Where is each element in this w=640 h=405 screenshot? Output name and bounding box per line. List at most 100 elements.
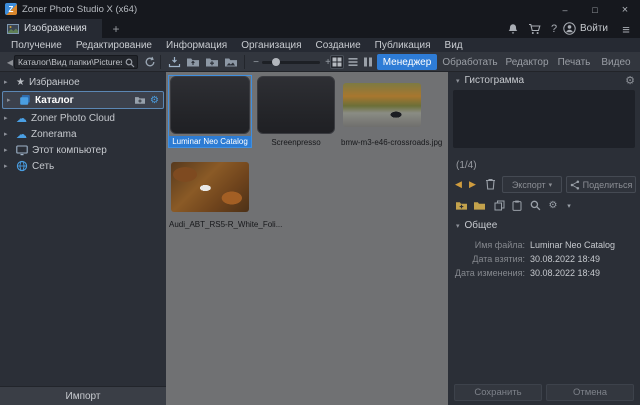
mode-tab-print[interactable]: Печать <box>554 54 594 70</box>
chevron-down-icon: ▾ <box>549 181 553 189</box>
save-button[interactable]: Сохранить <box>454 384 542 401</box>
sidebar-item-catalog[interactable]: ▸ Каталог ⚙ <box>2 91 164 109</box>
expand-icon[interactable]: ▸ <box>4 162 12 170</box>
thumbnail-screenpresso[interactable]: Screenpresso <box>255 76 337 147</box>
sidebar-item-label: Каталог <box>35 95 74 106</box>
refresh-icon <box>144 56 156 68</box>
new-subfolder-button[interactable] <box>454 199 468 212</box>
cart-icon <box>528 23 541 35</box>
collapse-icon[interactable]: ▾ <box>456 77 460 85</box>
menu-item-edit[interactable]: Редактирование <box>69 40 159 51</box>
view-columns-button[interactable] <box>361 55 375 69</box>
add-folder-button[interactable] <box>134 95 146 105</box>
mode-tab-develop[interactable]: Обработать <box>440 54 500 70</box>
copy-button[interactable] <box>492 199 506 212</box>
menu-item-organize[interactable]: Организация <box>234 40 308 51</box>
zoom-slider-thumb[interactable] <box>272 58 280 66</box>
general-section-header[interactable]: ▾ Общее <box>456 220 497 231</box>
view-list-button[interactable] <box>346 55 360 69</box>
expand-icon[interactable]: ▸ <box>4 146 12 154</box>
notifications-button[interactable] <box>505 22 521 36</box>
browse-folder-button[interactable] <box>223 55 239 69</box>
export-button[interactable]: Экспорт ▾ <box>502 176 562 193</box>
menu-item-publish[interactable]: Публикация <box>368 40 438 51</box>
share-button[interactable]: Поделиться <box>566 176 636 193</box>
panel-settings-gear-icon[interactable]: ⚙ <box>625 74 635 87</box>
menu-item-information[interactable]: Информация <box>159 40 234 51</box>
clipboard-icon <box>512 200 522 211</box>
previous-button[interactable]: ◀ <box>455 179 462 190</box>
sidebar-item-zoner-photo-cloud[interactable]: ▸ ☁ Zoner Photo Cloud <box>0 110 166 126</box>
expand-icon[interactable]: ▸ <box>4 114 12 122</box>
app-window: Z Zoner Photo Studio X (x64) – □ × Изобр… <box>0 0 640 405</box>
paste-button[interactable] <box>510 199 524 212</box>
import-button[interactable]: Импорт <box>0 386 166 405</box>
menu-item-acquire[interactable]: Получение <box>4 40 69 51</box>
search-icon[interactable] <box>125 58 135 68</box>
mode-tab-video[interactable]: Видео <box>597 54 635 70</box>
metadata-fields: Имя файла: Luminar Neo Catalog Дата взят… <box>452 238 636 280</box>
next-button[interactable]: ▶ <box>469 179 476 190</box>
close-button[interactable]: × <box>610 0 640 19</box>
folder-icon <box>473 200 486 211</box>
menu-item-create[interactable]: Создание <box>309 40 368 51</box>
menu-item-view[interactable]: Вид <box>438 40 470 51</box>
photo-thumbnail <box>343 83 421 127</box>
thumbnail-bmw-photo[interactable]: bmw-m3-e46-crossroads.jpg <box>341 76 423 147</box>
view-thumbnails-button[interactable] <box>330 55 344 69</box>
cancel-button[interactable]: Отмена <box>546 384 634 401</box>
field-label: Имя файла: <box>452 240 530 250</box>
browser-content[interactable]: Luminar Neo Catalog Screenpresso bmw-m3-… <box>166 72 448 405</box>
general-title: Общее <box>465 220 498 231</box>
folder-up-button[interactable] <box>185 55 201 69</box>
tools-gear-icon[interactable]: ⚙ <box>546 199 560 212</box>
maximize-button[interactable]: □ <box>580 0 610 19</box>
field-value: 30.08.2022 18:49 <box>530 268 600 278</box>
catalog-settings-gear-icon[interactable]: ⚙ <box>150 95 159 106</box>
import-from-device-button[interactable] <box>166 55 182 69</box>
sidebar-item-zonerama[interactable]: ▸ ☁ Zonerama <box>0 126 166 142</box>
tab-label: Изображения <box>24 23 87 34</box>
sidebar-item-network[interactable]: ▸ Сеть <box>0 158 166 174</box>
thumbnail-audi-photo[interactable]: Audi_ABT_RS5-R_White_Foli... <box>169 162 251 229</box>
delete-button[interactable] <box>485 178 496 190</box>
import-icon <box>168 56 181 68</box>
folder-thumbnail <box>257 76 335 134</box>
move-to-folder-button[interactable] <box>472 199 486 212</box>
login-button[interactable]: Войти <box>563 21 608 36</box>
histogram-display <box>453 90 635 148</box>
address-input[interactable] <box>18 56 122 68</box>
sidebar-item-favorites[interactable]: ▸ ★ Избранное <box>0 74 166 90</box>
expand-icon[interactable]: ▸ <box>4 78 12 86</box>
list-icon <box>348 57 358 67</box>
preview-zoom-button[interactable] <box>528 199 542 212</box>
sidebar-item-this-computer[interactable]: ▸ Этот компьютер <box>0 142 166 158</box>
login-label: Войти <box>580 23 608 34</box>
expand-icon[interactable]: ▸ <box>4 130 12 138</box>
sidebar-item-label: Избранное <box>29 77 80 88</box>
refresh-button[interactable] <box>142 55 158 69</box>
zoom-slider[interactable] <box>262 61 320 64</box>
help-button[interactable]: ? <box>546 22 562 36</box>
field-label: Дата взятия: <box>452 254 530 264</box>
expand-icon[interactable]: ▸ <box>7 96 15 104</box>
copy-icon <box>494 200 505 211</box>
more-actions-button[interactable]: ▾ <box>562 199 576 212</box>
folder-thumbnail <box>170 76 250 134</box>
address-bar[interactable] <box>14 55 138 69</box>
trash-icon <box>485 178 496 190</box>
new-tab-button[interactable]: + <box>108 21 124 36</box>
columns-icon <box>363 57 373 67</box>
app-menu-button[interactable]: ≡ <box>618 22 634 36</box>
cloud-icon: ☁ <box>16 112 27 125</box>
collapse-icon[interactable]: ▾ <box>456 222 460 230</box>
mode-tab-editor[interactable]: Редактор <box>503 54 551 70</box>
cart-button[interactable] <box>526 22 542 36</box>
sidebar-item-label: Zoner Photo Cloud <box>31 113 115 124</box>
tab-images[interactable]: Изображения <box>0 19 102 38</box>
histogram-section-header[interactable]: ▾ Гистограмма <box>456 75 524 86</box>
mode-tab-manager[interactable]: Менеджер <box>377 54 437 70</box>
thumbnail-luminar-neo-catalog[interactable]: Luminar Neo Catalog <box>169 76 251 147</box>
new-folder-button[interactable] <box>204 55 220 69</box>
minimize-button[interactable]: – <box>550 0 580 19</box>
